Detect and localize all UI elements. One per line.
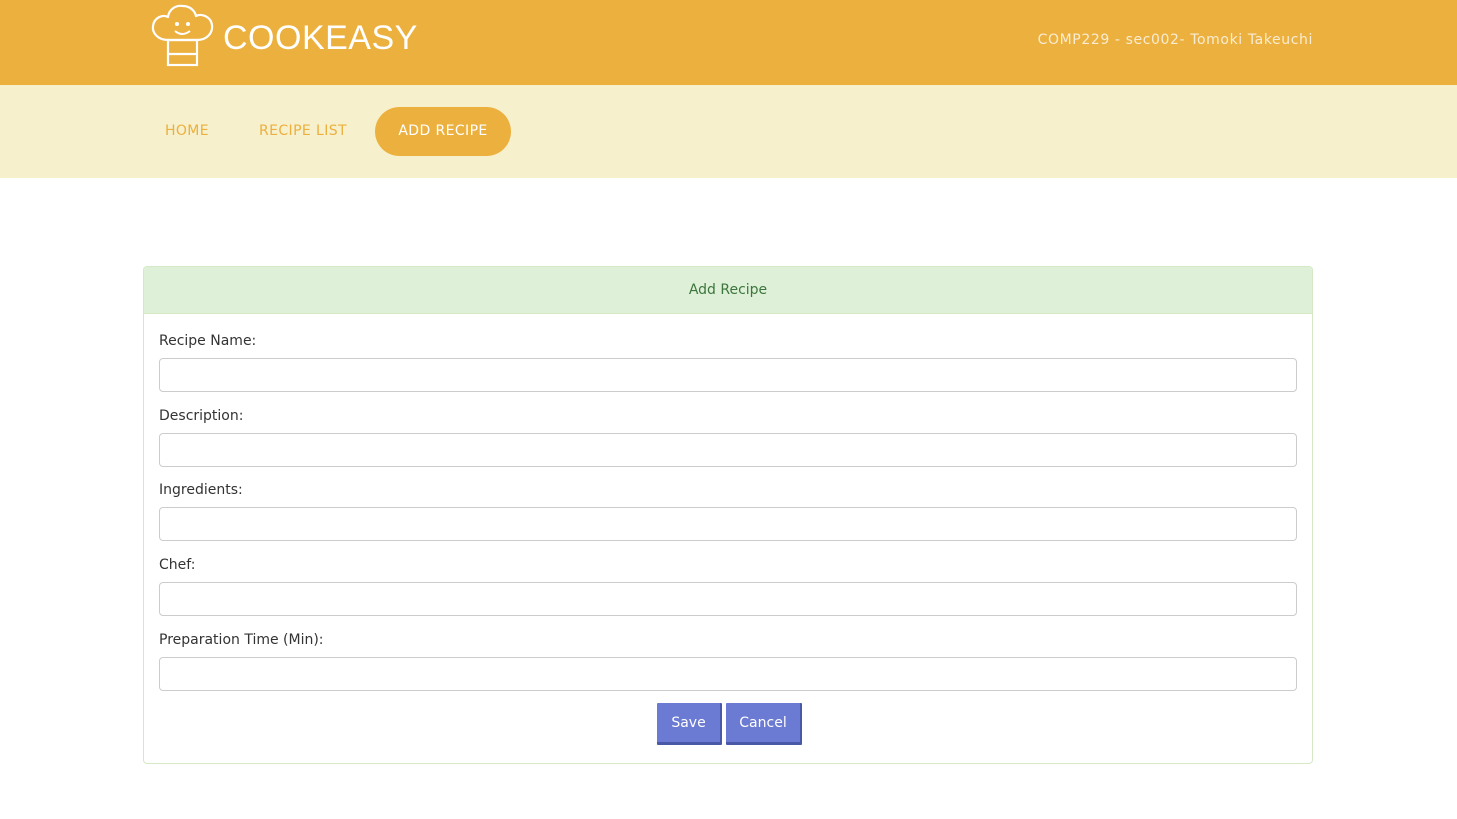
header: COOKEASY COMP229 - sec002- Tomoki Takeuc…: [0, 0, 1457, 85]
preparation-time-input[interactable]: [159, 657, 1297, 691]
ingredients-group: Ingredients:: [159, 481, 1297, 541]
save-button[interactable]: Save: [657, 703, 722, 745]
nav-item-recipe-list[interactable]: RECIPE LIST: [240, 107, 366, 156]
description-label: Description:: [159, 408, 244, 424]
ingredients-label: Ingredients:: [159, 482, 243, 498]
navbar: HOME RECIPE LIST ADD RECIPE: [0, 85, 1457, 178]
description-group: Description:: [159, 407, 1297, 467]
recipe-name-group: Recipe Name:: [159, 332, 1297, 392]
recipe-name-input[interactable]: [159, 358, 1297, 392]
chef-hat-icon[interactable]: [150, 4, 214, 68]
chef-label: Chef:: [159, 557, 196, 573]
add-recipe-panel: Add Recipe Recipe Name: Description: Ing…: [143, 266, 1313, 764]
cancel-button[interactable]: Cancel: [726, 703, 802, 745]
chef-group: Chef:: [159, 556, 1297, 616]
preparation-time-group: Preparation Time (Min):: [159, 631, 1297, 691]
recipe-name-label: Recipe Name:: [159, 333, 257, 349]
preparation-time-label: Preparation Time (Min):: [159, 632, 324, 648]
brand-title[interactable]: COOKEASY: [223, 18, 418, 58]
panel-title: Add Recipe: [144, 267, 1312, 314]
nav-item-add-recipe[interactable]: ADD RECIPE: [375, 107, 511, 156]
ingredients-input[interactable]: [159, 507, 1297, 541]
description-input[interactable]: [159, 433, 1297, 467]
nav-item-home[interactable]: HOME: [145, 107, 229, 156]
author-label: COMP229 - sec002- Tomoki Takeuchi: [1037, 32, 1313, 48]
chef-input[interactable]: [159, 582, 1297, 616]
